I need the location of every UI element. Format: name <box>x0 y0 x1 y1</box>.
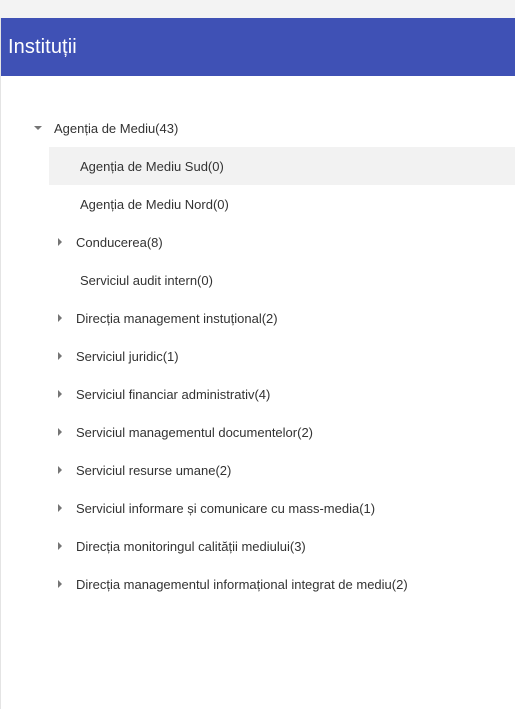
tree-node-conducerea[interactable]: Conducerea(8) <box>1 223 515 261</box>
tree-node-label[interactable]: Direcția monitoringul calității mediului… <box>76 539 306 554</box>
tree-node-label[interactable]: Direcția management instuțional(2) <box>76 311 278 326</box>
caret-right-icon[interactable] <box>52 234 68 250</box>
caret-right-icon[interactable] <box>52 386 68 402</box>
tree-node-label[interactable]: Agenția de Mediu Nord(0) <box>80 197 229 212</box>
tree-node-root[interactable]: Agenția de Mediu(43) <box>1 109 515 147</box>
tree-node-label[interactable]: Serviciul resurse umane(2) <box>76 463 231 478</box>
tree-node-management-informational[interactable]: Direcția managementul informațional inte… <box>1 565 515 603</box>
tree-node-resurse-umane[interactable]: Serviciul resurse umane(2) <box>1 451 515 489</box>
tree-node-label[interactable]: Serviciul informare și comunicare cu mas… <box>76 501 375 516</box>
tree-node-documente[interactable]: Serviciul managementul documentelor(2) <box>1 413 515 451</box>
tree-node-financiar[interactable]: Serviciul financiar administrativ(4) <box>1 375 515 413</box>
tree-node-label[interactable]: Serviciul audit intern(0) <box>80 273 213 288</box>
page: Instituții Agenția de Mediu(43) Agenția … <box>0 0 515 709</box>
panel-title: Instituții <box>8 35 77 58</box>
tree-node-label[interactable]: Agenția de Mediu Sud(0) <box>80 159 224 174</box>
caret-right-icon[interactable] <box>52 310 68 326</box>
panel-header: Instituții <box>1 18 515 76</box>
caret-right-icon[interactable] <box>52 462 68 478</box>
caret-right-icon[interactable] <box>52 424 68 440</box>
institution-tree: Agenția de Mediu(43) Agenția de Mediu Su… <box>1 109 515 603</box>
tree-node-audit-intern[interactable]: Serviciul audit intern(0) <box>1 261 515 299</box>
tree-node-agentia-nord[interactable]: Agenția de Mediu Nord(0) <box>1 185 515 223</box>
caret-right-icon[interactable] <box>52 500 68 516</box>
tree-node-label[interactable]: Serviciul managementul documentelor(2) <box>76 425 313 440</box>
tree-node-label[interactable]: Conducerea(8) <box>76 235 163 250</box>
caret-right-icon[interactable] <box>52 576 68 592</box>
caret-down-icon[interactable] <box>30 120 46 136</box>
tree-node-label[interactable]: Serviciul juridic(1) <box>76 349 179 364</box>
tree-node-informare[interactable]: Serviciul informare și comunicare cu mas… <box>1 489 515 527</box>
top-strip <box>0 0 515 18</box>
tree-node-agentia-sud[interactable]: Agenția de Mediu Sud(0) <box>49 147 515 185</box>
caret-right-icon[interactable] <box>52 348 68 364</box>
tree-node-label[interactable]: Agenția de Mediu(43) <box>54 121 178 136</box>
institutions-panel: Instituții Agenția de Mediu(43) Agenția … <box>0 18 515 709</box>
tree-node-label[interactable]: Direcția managementul informațional inte… <box>76 577 408 592</box>
caret-right-icon[interactable] <box>52 538 68 554</box>
tree-node-label[interactable]: Serviciul financiar administrativ(4) <box>76 387 270 402</box>
tree-node-management-institutional[interactable]: Direcția management instuțional(2) <box>1 299 515 337</box>
tree-node-monitoring[interactable]: Direcția monitoringul calității mediului… <box>1 527 515 565</box>
tree-node-juridic[interactable]: Serviciul juridic(1) <box>1 337 515 375</box>
